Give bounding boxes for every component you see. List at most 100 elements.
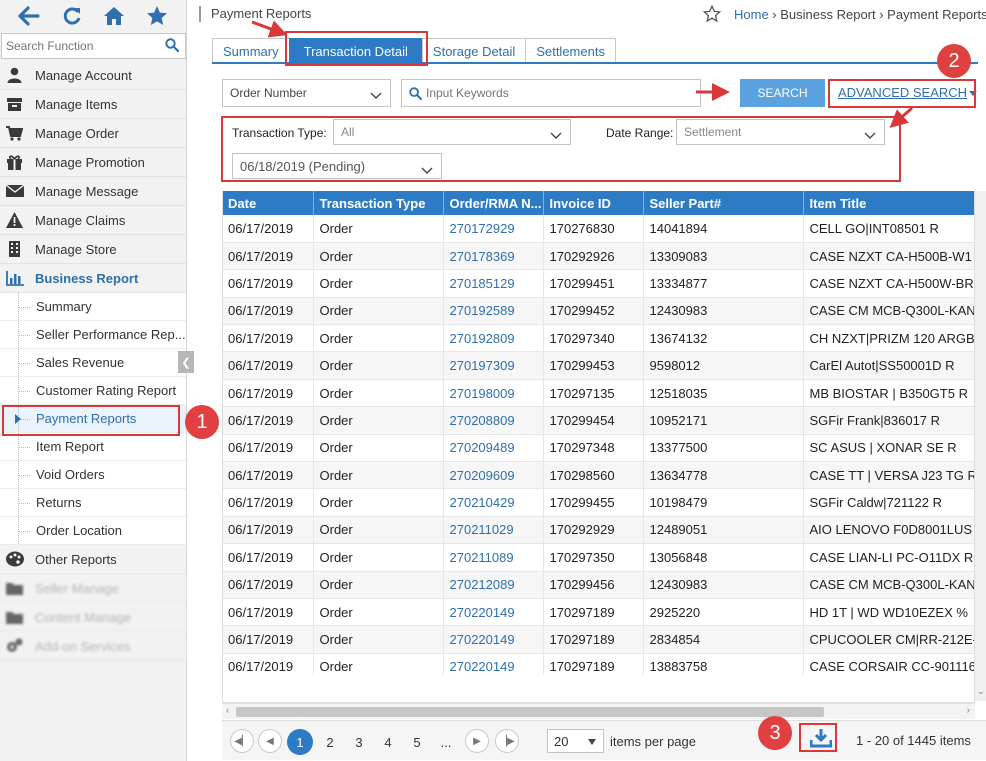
table-row[interactable]: 06/17/2019 Order 270220149 170297189 2834854… bbox=[222, 625, 975, 654]
favorite-star-icon[interactable] bbox=[702, 4, 722, 23]
tab-storage-detail[interactable]: Storage Detail bbox=[421, 38, 527, 63]
sidebar-subitem-item-report[interactable]: Item Report bbox=[0, 433, 186, 461]
cell-order-number[interactable]: 270198009 bbox=[443, 379, 544, 408]
sidebar-subitem-void-orders[interactable]: Void Orders bbox=[0, 461, 186, 489]
table-row[interactable]: 06/17/2019 Order 270192809 170297340 1367413… bbox=[222, 324, 975, 353]
horizontal-scroll-thumb[interactable] bbox=[236, 707, 824, 717]
sidebar-item-other-reports[interactable]: Other Reports bbox=[0, 545, 186, 574]
sidebar-subitem-sales-revenue[interactable]: Sales Revenue bbox=[0, 349, 186, 377]
sidebar-subitem-payment-reports[interactable]: Payment Reports bbox=[0, 405, 186, 433]
sidebar-subitem-returns[interactable]: Returns bbox=[0, 489, 186, 517]
table-row[interactable]: 06/17/2019 Order 270198009 170297135 1251803… bbox=[222, 379, 975, 408]
scroll-down-icon[interactable]: ⌄ bbox=[977, 686, 985, 696]
transaction-type-select[interactable]: All bbox=[333, 119, 571, 145]
vertical-scrollbar[interactable]: ⌄ bbox=[975, 191, 986, 701]
tab-settlements[interactable]: Settlements bbox=[525, 38, 616, 63]
breadcrumb-home-link[interactable]: Home bbox=[734, 7, 769, 22]
column-header-item-title[interactable]: Item Title bbox=[803, 191, 975, 215]
table-row[interactable]: 06/17/2019 Order 270211029 170292929 1248905… bbox=[222, 516, 975, 545]
cell-order-number[interactable]: 270192809 bbox=[443, 324, 544, 353]
refresh-icon[interactable] bbox=[58, 2, 86, 30]
prev-page-button[interactable]: ◀ bbox=[258, 729, 282, 753]
sidebar-item-manage-order[interactable]: Manage Order bbox=[0, 119, 186, 148]
cell-order-number[interactable]: 270220149 bbox=[443, 653, 544, 675]
cell-item-title: CASE LIAN-LI PC-O11DX R bbox=[803, 543, 975, 572]
sidebar-item-manage-promotion[interactable]: Manage Promotion bbox=[0, 148, 186, 177]
function-search-input[interactable] bbox=[2, 34, 162, 58]
table-row[interactable]: 06/17/2019 Order 270209489 170297348 1337750… bbox=[222, 434, 975, 463]
cell-order-number[interactable]: 270211029 bbox=[443, 516, 544, 545]
table-row[interactable]: 06/17/2019 Order 270220149 170297189 2925220… bbox=[222, 598, 975, 627]
first-page-button[interactable]: ◀▏ bbox=[230, 729, 254, 753]
horizontal-scrollbar[interactable]: ‹ › bbox=[222, 703, 975, 719]
column-header-transaction-type[interactable]: Transaction Type bbox=[313, 191, 444, 215]
per-page-select[interactable]: 20 bbox=[547, 729, 604, 753]
next-page-button[interactable]: ▶ bbox=[465, 729, 489, 753]
table-row[interactable]: 06/17/2019 Order 270212089 170299456 1243098… bbox=[222, 571, 975, 599]
sidebar-subitem-customer-rating[interactable]: Customer Rating Report bbox=[0, 377, 186, 405]
sidebar-subitem-order-location[interactable]: Order Location bbox=[0, 517, 186, 545]
search-icon[interactable] bbox=[165, 38, 180, 53]
sidebar-item-content-manage[interactable]: Content Manage bbox=[0, 603, 186, 632]
sidebar-item-manage-message[interactable]: Manage Message bbox=[0, 177, 186, 206]
cell-order-number[interactable]: 270178369 bbox=[443, 242, 544, 271]
page-number-current[interactable]: 1 bbox=[287, 729, 313, 755]
page-number[interactable]: 3 bbox=[346, 729, 372, 755]
sidebar-item-seller-manage[interactable]: Seller Manage bbox=[0, 574, 186, 603]
cell-order-number[interactable]: 270220149 bbox=[443, 598, 544, 627]
tab-transaction-detail[interactable]: Transaction Detail bbox=[288, 38, 423, 63]
scroll-left-icon[interactable]: ‹ bbox=[226, 705, 229, 716]
table-row[interactable]: 06/17/2019 Order 270209609 170298560 1363477… bbox=[222, 461, 975, 490]
cell-order-number[interactable]: 270212089 bbox=[443, 571, 544, 599]
export-download-button[interactable] bbox=[806, 726, 836, 752]
sidebar-item-manage-store[interactable]: Manage Store bbox=[0, 235, 186, 264]
cell-order-number[interactable]: 270210429 bbox=[443, 488, 544, 517]
cell-order-number[interactable]: 270220149 bbox=[443, 625, 544, 654]
cell-order-number[interactable]: 270185129 bbox=[443, 269, 544, 298]
cell-order-number[interactable]: 270197309 bbox=[443, 351, 544, 380]
sidebar-subitem-seller-performance[interactable]: Seller Performance Rep... bbox=[0, 321, 186, 349]
table-row[interactable]: 06/17/2019 Order 270208809 170299454 1095217… bbox=[222, 406, 975, 435]
table-row[interactable]: 06/17/2019 Order 270172929 170276830 1404189… bbox=[222, 215, 975, 243]
sidebar-item-manage-claims[interactable]: Manage Claims bbox=[0, 206, 186, 235]
home-icon[interactable] bbox=[100, 2, 128, 30]
column-header-seller-part[interactable]: Seller Part# bbox=[643, 191, 804, 215]
page-number[interactable]: 5 bbox=[404, 729, 430, 755]
sidebar-item-manage-account[interactable]: Manage Account bbox=[0, 61, 186, 90]
tab-summary[interactable]: Summary bbox=[212, 38, 290, 63]
cell-order-number[interactable]: 270209609 bbox=[443, 461, 544, 490]
table-row[interactable]: 06/17/2019 Order 270192589 170299452 1243098… bbox=[222, 297, 975, 326]
star-icon[interactable] bbox=[143, 2, 171, 30]
page-number[interactable]: 4 bbox=[375, 729, 401, 755]
scroll-right-icon[interactable]: › bbox=[967, 705, 970, 716]
table-row[interactable]: 06/17/2019 Order 270211089 170297350 1305684… bbox=[222, 543, 975, 572]
column-header-order-rma[interactable]: Order/RMA N... bbox=[443, 191, 544, 215]
column-header-invoice-id[interactable]: Invoice ID bbox=[543, 191, 644, 215]
sidebar-item-addon-services[interactable]: Add-on Services bbox=[0, 632, 186, 661]
table-row[interactable]: 06/17/2019 Order 270197309 170299453 9598012… bbox=[222, 351, 975, 380]
table-row[interactable]: 06/17/2019 Order 270185129 170299451 1333487… bbox=[222, 269, 975, 298]
page-number[interactable]: 2 bbox=[317, 729, 343, 755]
search-button[interactable]: SEARCH bbox=[740, 79, 825, 107]
sidebar-item-manage-items[interactable]: Manage Items bbox=[0, 90, 186, 119]
last-page-button[interactable]: ▕▶ bbox=[495, 729, 519, 753]
settlement-period-select[interactable]: 06/18/2019 (Pending) bbox=[232, 153, 442, 179]
sidebar-item-business-report[interactable]: Business Report bbox=[0, 264, 186, 293]
collapse-sidebar-button[interactable]: ❮ bbox=[178, 351, 194, 373]
cell-order-number[interactable]: 270208809 bbox=[443, 406, 544, 435]
cell-invoice-id: 170297348 bbox=[543, 434, 644, 463]
column-header-date[interactable]: Date bbox=[222, 191, 314, 215]
keyword-input[interactable] bbox=[426, 83, 696, 103]
table-row[interactable]: 06/17/2019 Order 270220149 170297189 1388375… bbox=[222, 653, 975, 675]
sidebar-subitem-summary[interactable]: Summary bbox=[0, 293, 186, 321]
cell-order-number[interactable]: 270209489 bbox=[443, 434, 544, 463]
date-range-select[interactable]: Settlement bbox=[676, 119, 885, 145]
cell-order-number[interactable]: 270192589 bbox=[443, 297, 544, 326]
advanced-search-link[interactable]: ADVANCED SEARCH bbox=[838, 85, 978, 100]
cell-order-number[interactable]: 270172929 bbox=[443, 215, 544, 243]
table-row[interactable]: 06/17/2019 Order 270178369 170292926 1330908… bbox=[222, 242, 975, 271]
cell-order-number[interactable]: 270211089 bbox=[443, 543, 544, 572]
table-row[interactable]: 06/17/2019 Order 270210429 170299455 1019847… bbox=[222, 488, 975, 517]
search-field-select[interactable]: Order Number bbox=[222, 79, 391, 107]
back-arrow-icon[interactable] bbox=[15, 2, 43, 30]
